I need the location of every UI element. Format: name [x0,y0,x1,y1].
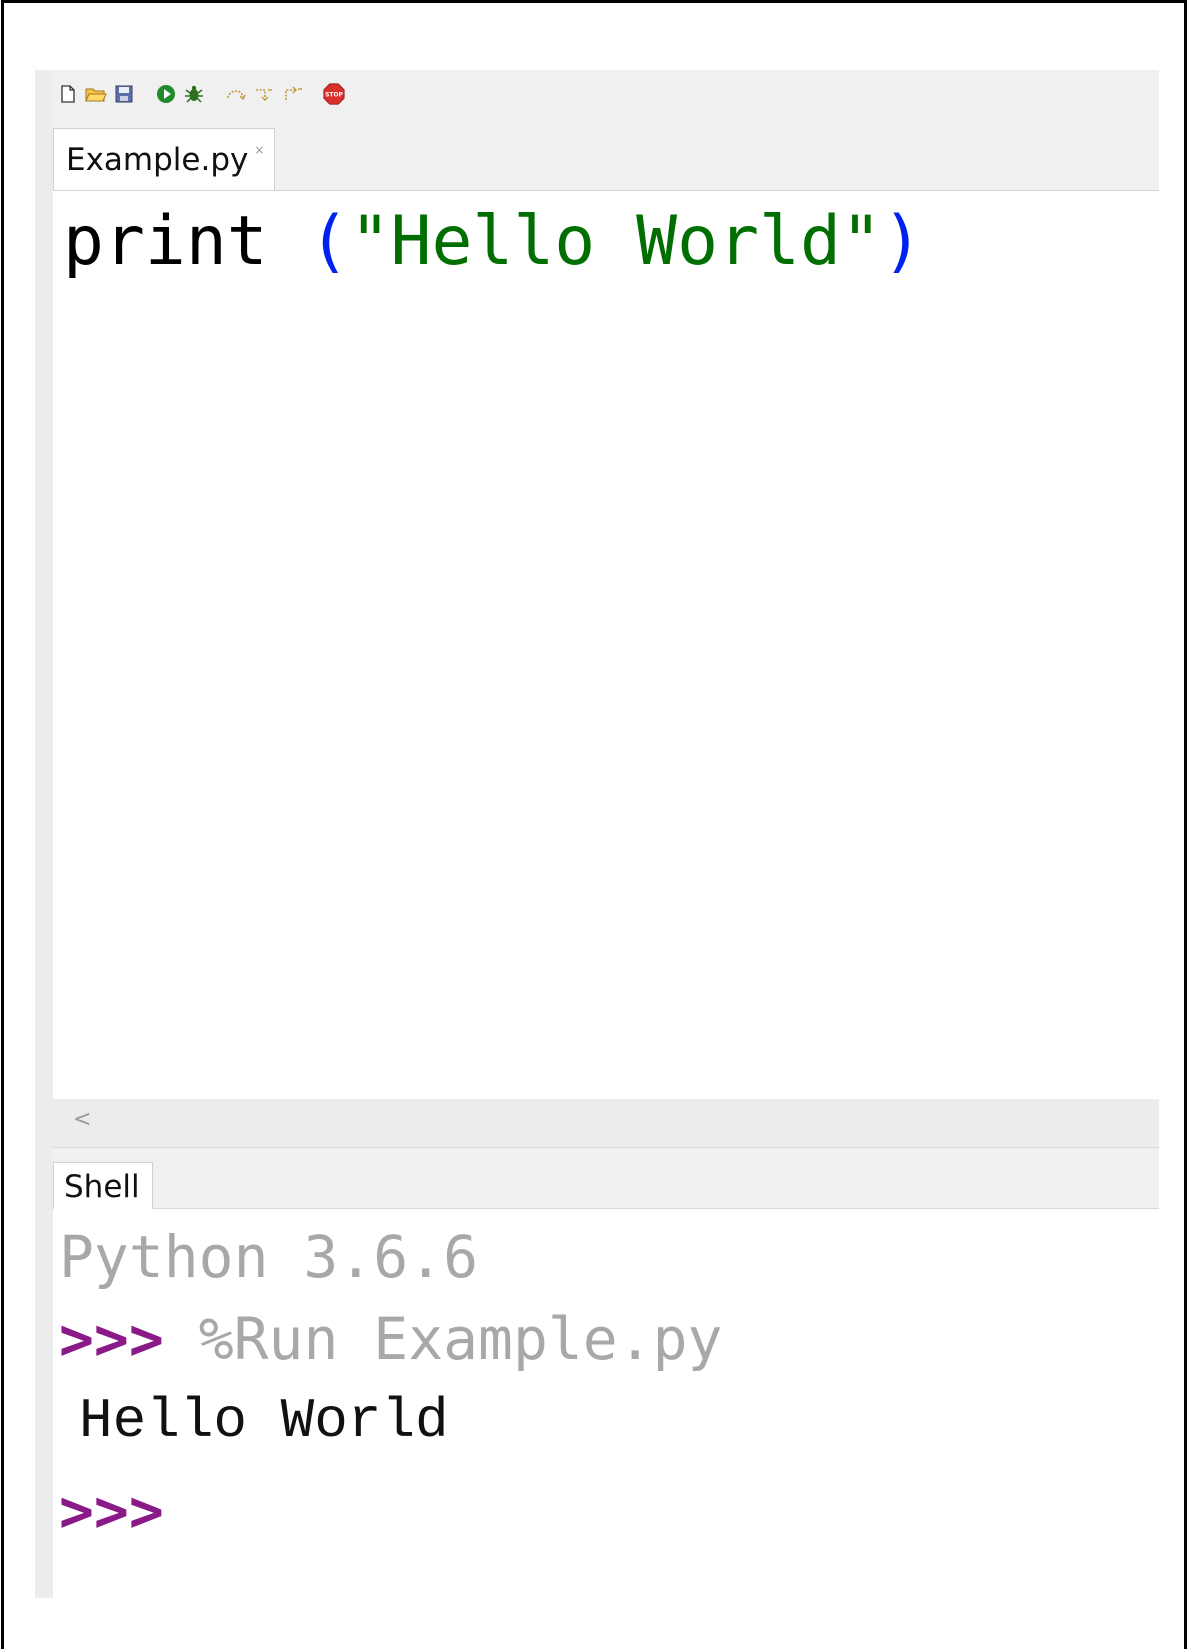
editor-horizontal-scrollbar[interactable]: < [53,1099,1159,1147]
code-string: "Hello World" [349,202,882,281]
shell-tabbar: Shell [53,1147,1159,1210]
close-icon[interactable]: × [254,143,264,157]
shell-command: %Run Example.py [198,1305,723,1373]
code-editor[interactable]: print ("Hello World") [53,191,1159,1099]
debug-icon[interactable] [183,83,205,105]
left-gutter [35,70,53,1598]
step-into-icon[interactable] [253,83,275,105]
stop-icon[interactable]: STOP [323,83,345,105]
shell-final-prompt-line: >>> [59,1471,164,1551]
open-folder-icon[interactable] [85,83,107,105]
shell-console[interactable]: Python 3.6.6 >>> %Run Example.py Hello W… [53,1209,1159,1598]
code-close-paren: ) [881,202,923,281]
tab-shell[interactable]: Shell [53,1162,153,1210]
tab-label: Example.py [66,141,249,178]
shell-command-line: >>> %Run Example.py [59,1299,722,1379]
code-line-1: print ("Hello World") [63,197,923,287]
step-out-icon[interactable] [281,83,303,105]
code-keyword: print [63,202,268,281]
new-file-icon[interactable] [57,83,79,105]
step-over-icon[interactable] [225,83,247,105]
tab-example-py[interactable]: Example.py × [53,128,276,190]
code-open-paren: ( [308,202,350,281]
run-icon[interactable] [155,83,177,105]
shell-prompt: >>> [59,1305,164,1373]
shell-final-prompt: >>> [59,1477,164,1545]
shell-output: Hello World [79,1389,449,1453]
save-icon[interactable] [113,83,135,105]
shell-tab-label: Shell [64,1168,140,1205]
stop-icon-label: STOP [325,93,343,99]
toolbar: STOP [57,80,351,108]
ide-window: STOP Example.py × print ("Hello World") … [35,70,1159,1598]
shell-version-line: Python 3.6.6 [59,1223,479,1291]
editor-tabbar: Example.py × [53,128,1159,191]
scroll-left-arrow-icon[interactable]: < [73,1107,91,1132]
